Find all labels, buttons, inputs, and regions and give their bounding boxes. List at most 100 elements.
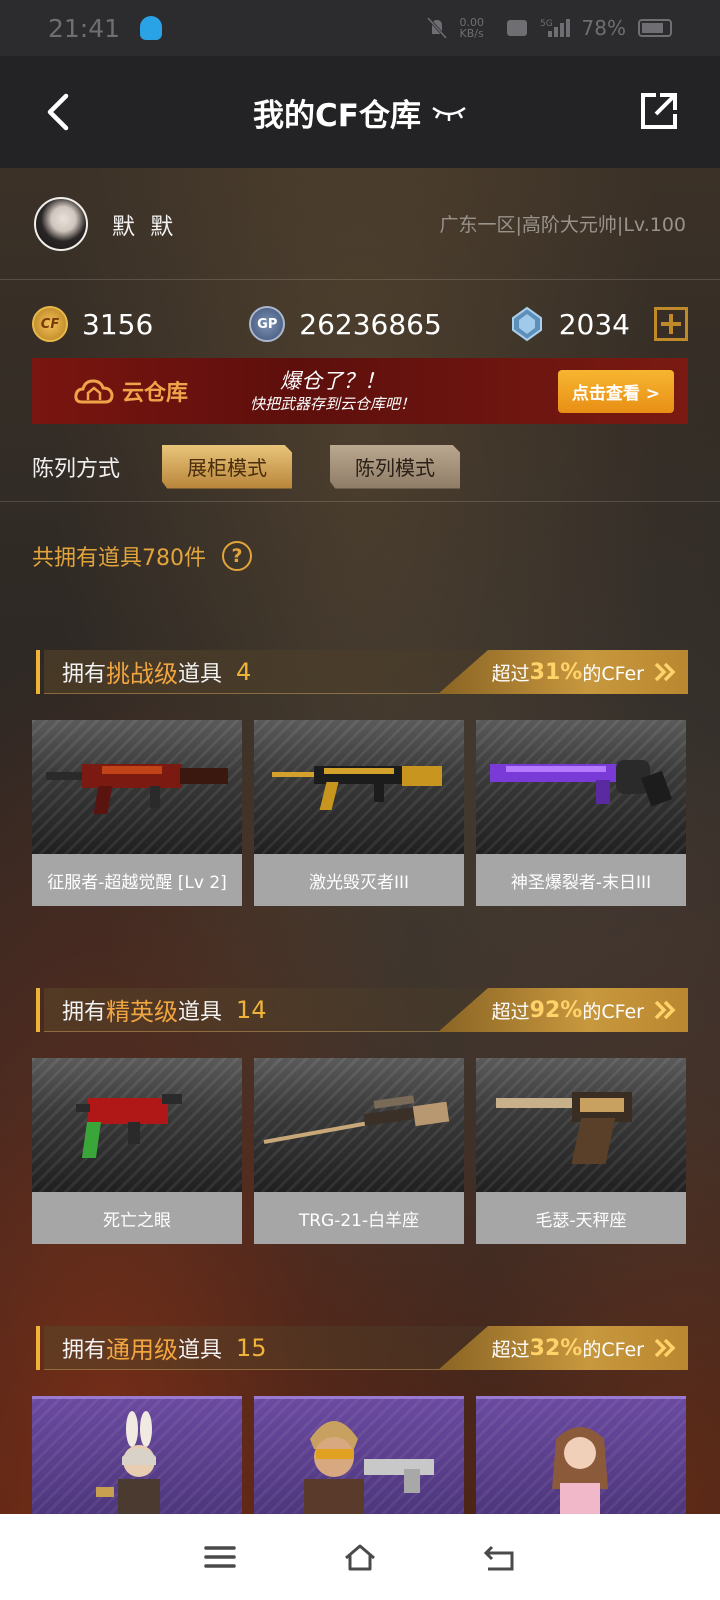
- launcher-purple-icon: [490, 760, 673, 807]
- item-name: 神圣爆裂者-末日III: [476, 854, 686, 906]
- rank-suffix: 的CFer: [582, 662, 644, 685]
- rifle-red-icon: [46, 764, 228, 814]
- section-count: 14: [236, 995, 267, 1024]
- cloud-label: 云仓库: [74, 375, 188, 407]
- section-accent-bar: [36, 650, 40, 694]
- section-suffix: 道具: [178, 999, 223, 1025]
- cf-points-value: 3156: [82, 307, 154, 341]
- item-name: 征服者-超越觉醒 [Lv 2]: [32, 854, 242, 906]
- rank-percent: 31%: [529, 659, 583, 685]
- diamond-icon: [511, 306, 542, 342]
- section-count: 15: [236, 1333, 267, 1362]
- section-prefix: 拥有: [62, 999, 107, 1025]
- share-icon[interactable]: [640, 92, 678, 130]
- system-nav-bar: [0, 1514, 720, 1600]
- rank-over-label: 超过: [491, 1338, 530, 1361]
- net-speed: 0.00 KB/s: [459, 16, 485, 40]
- double-chevron-right-icon: [654, 662, 676, 682]
- smg-red-icon: [76, 1094, 182, 1158]
- double-chevron-right-icon: [654, 1000, 676, 1020]
- character-gunman-icon: [304, 1421, 434, 1519]
- total-items: 共拥有道具780件 ?: [32, 540, 252, 572]
- challenge-items-grid: 征服者-超越觉醒 [Lv 2] 激光毁灭者III 神圣爆裂者-末日III: [32, 720, 688, 906]
- rank-over-label: 超过: [491, 1000, 530, 1023]
- add-diamond-button[interactable]: [654, 307, 688, 341]
- weapon-image: [476, 720, 686, 854]
- status-time: 21:41: [48, 13, 121, 43]
- section-prefix: 拥有: [62, 1337, 107, 1363]
- cloud-house-icon: [74, 379, 114, 404]
- pistol-gold-icon: [496, 1092, 632, 1164]
- character-bunny-icon: [96, 1411, 160, 1519]
- weapon-image: [32, 720, 242, 854]
- section-prefix: 拥有: [62, 661, 107, 687]
- item-card[interactable]: 激光毁灭者III: [254, 720, 464, 906]
- hd-icon: [506, 20, 527, 36]
- item-name: 死亡之眼: [32, 1192, 242, 1244]
- battery-percent: 78%: [581, 16, 626, 40]
- user-name: 默 默: [112, 213, 178, 240]
- item-card[interactable]: TRG-21-白羊座: [254, 1058, 464, 1244]
- total-items-text: 共拥有道具780件: [32, 546, 206, 571]
- item-card[interactable]: 神圣爆裂者-末日III: [476, 720, 686, 906]
- display-mode-label: 陈列方式: [32, 456, 121, 482]
- hide-eye-icon[interactable]: [431, 102, 467, 122]
- banner-message: 爆仓了？！ 快把武器存到云仓库吧！: [250, 369, 415, 412]
- cf-points: CF 3156: [32, 306, 153, 342]
- svg-text:5G: 5G: [540, 19, 553, 29]
- rank-suffix: 的CFer: [582, 1338, 644, 1361]
- section-accent-bar: [36, 988, 40, 1032]
- showcase-mode-button[interactable]: 展柜模式: [162, 444, 293, 489]
- signal-5g-icon: 5G: [540, 19, 570, 37]
- double-chevron-right-icon: [654, 1338, 676, 1358]
- weapon-image: [476, 1058, 686, 1192]
- cf-coin-icon: CF: [32, 306, 68, 342]
- rank-suffix: 的CFer: [582, 1000, 644, 1023]
- weapon-image: [254, 1058, 464, 1192]
- avatar[interactable]: [34, 196, 88, 251]
- page-title-text: 我的CF仓库: [253, 97, 421, 134]
- app-header: 我的CF仓库: [0, 56, 720, 168]
- section-tier: 通用级: [106, 1336, 179, 1364]
- back-arrow-icon[interactable]: [44, 92, 74, 132]
- status-bar: 21:41 0.00 KB/s 5G 78%: [0, 0, 720, 56]
- view-cloud-button[interactable]: 点击查看 >: [557, 369, 674, 413]
- mute-icon: [426, 16, 447, 40]
- item-card[interactable]: 征服者-超越觉醒 [Lv 2]: [32, 720, 242, 906]
- banner-line2: 快把武器存到云仓库吧！: [250, 394, 416, 413]
- section-accent-bar: [36, 1326, 40, 1370]
- item-card[interactable]: 死亡之眼: [32, 1058, 242, 1244]
- qq-notification-icon: [140, 16, 163, 40]
- rank-percent: 92%: [529, 997, 583, 1023]
- display-mode-row: 陈列方式 展柜模式 陈列模式: [0, 432, 720, 502]
- character-girl-icon: [552, 1427, 608, 1519]
- banner-line1: 爆仓了？！: [280, 369, 386, 394]
- currency-row: CF 3156 GP 26236865 2034: [0, 296, 720, 352]
- item-card[interactable]: 毛瑟-天秤座: [476, 1058, 686, 1244]
- back-nav-icon[interactable]: [482, 1541, 518, 1573]
- section-challenge: 拥有 挑战级 道具 4 超过 31% 的CFer: [36, 650, 688, 694]
- gp-coin-icon: GP: [249, 306, 286, 342]
- profile-row[interactable]: 默 默 广东一区|高阶大元帅|Lv.100: [0, 168, 720, 280]
- sniper-rifle-icon: [263, 1095, 450, 1144]
- section-common: 拥有 通用级 道具 15 超过 32% 的CFer: [36, 1326, 688, 1370]
- section-tier: 精英级: [106, 998, 179, 1026]
- section-elite: 拥有 精英级 道具 14 超过 92% 的CFer: [36, 988, 688, 1032]
- gp-value: 26236865: [299, 307, 442, 341]
- help-icon[interactable]: ?: [222, 541, 252, 571]
- item-name: 毛瑟-天秤座: [476, 1192, 686, 1244]
- section-count: 4: [236, 657, 252, 686]
- menu-icon[interactable]: [202, 1541, 238, 1573]
- section-suffix: 道具: [178, 661, 223, 687]
- rank-over-label: 超过: [491, 662, 530, 685]
- cloud-storage-banner[interactable]: 云仓库 爆仓了？！ 快把武器存到云仓库吧！ 点击查看 >: [32, 358, 688, 424]
- gp-points: GP 26236865: [249, 306, 442, 342]
- battery-icon: [638, 19, 672, 37]
- section-tier: 挑战级: [106, 660, 179, 688]
- list-mode-button[interactable]: 陈列模式: [330, 444, 461, 489]
- weapon-image: [254, 720, 464, 854]
- user-region: 广东一区|高阶大元帅|Lv.100: [439, 214, 686, 236]
- item-name: 激光毁灭者III: [254, 854, 464, 906]
- rifle-gold-icon: [272, 766, 442, 810]
- home-icon[interactable]: [342, 1541, 378, 1573]
